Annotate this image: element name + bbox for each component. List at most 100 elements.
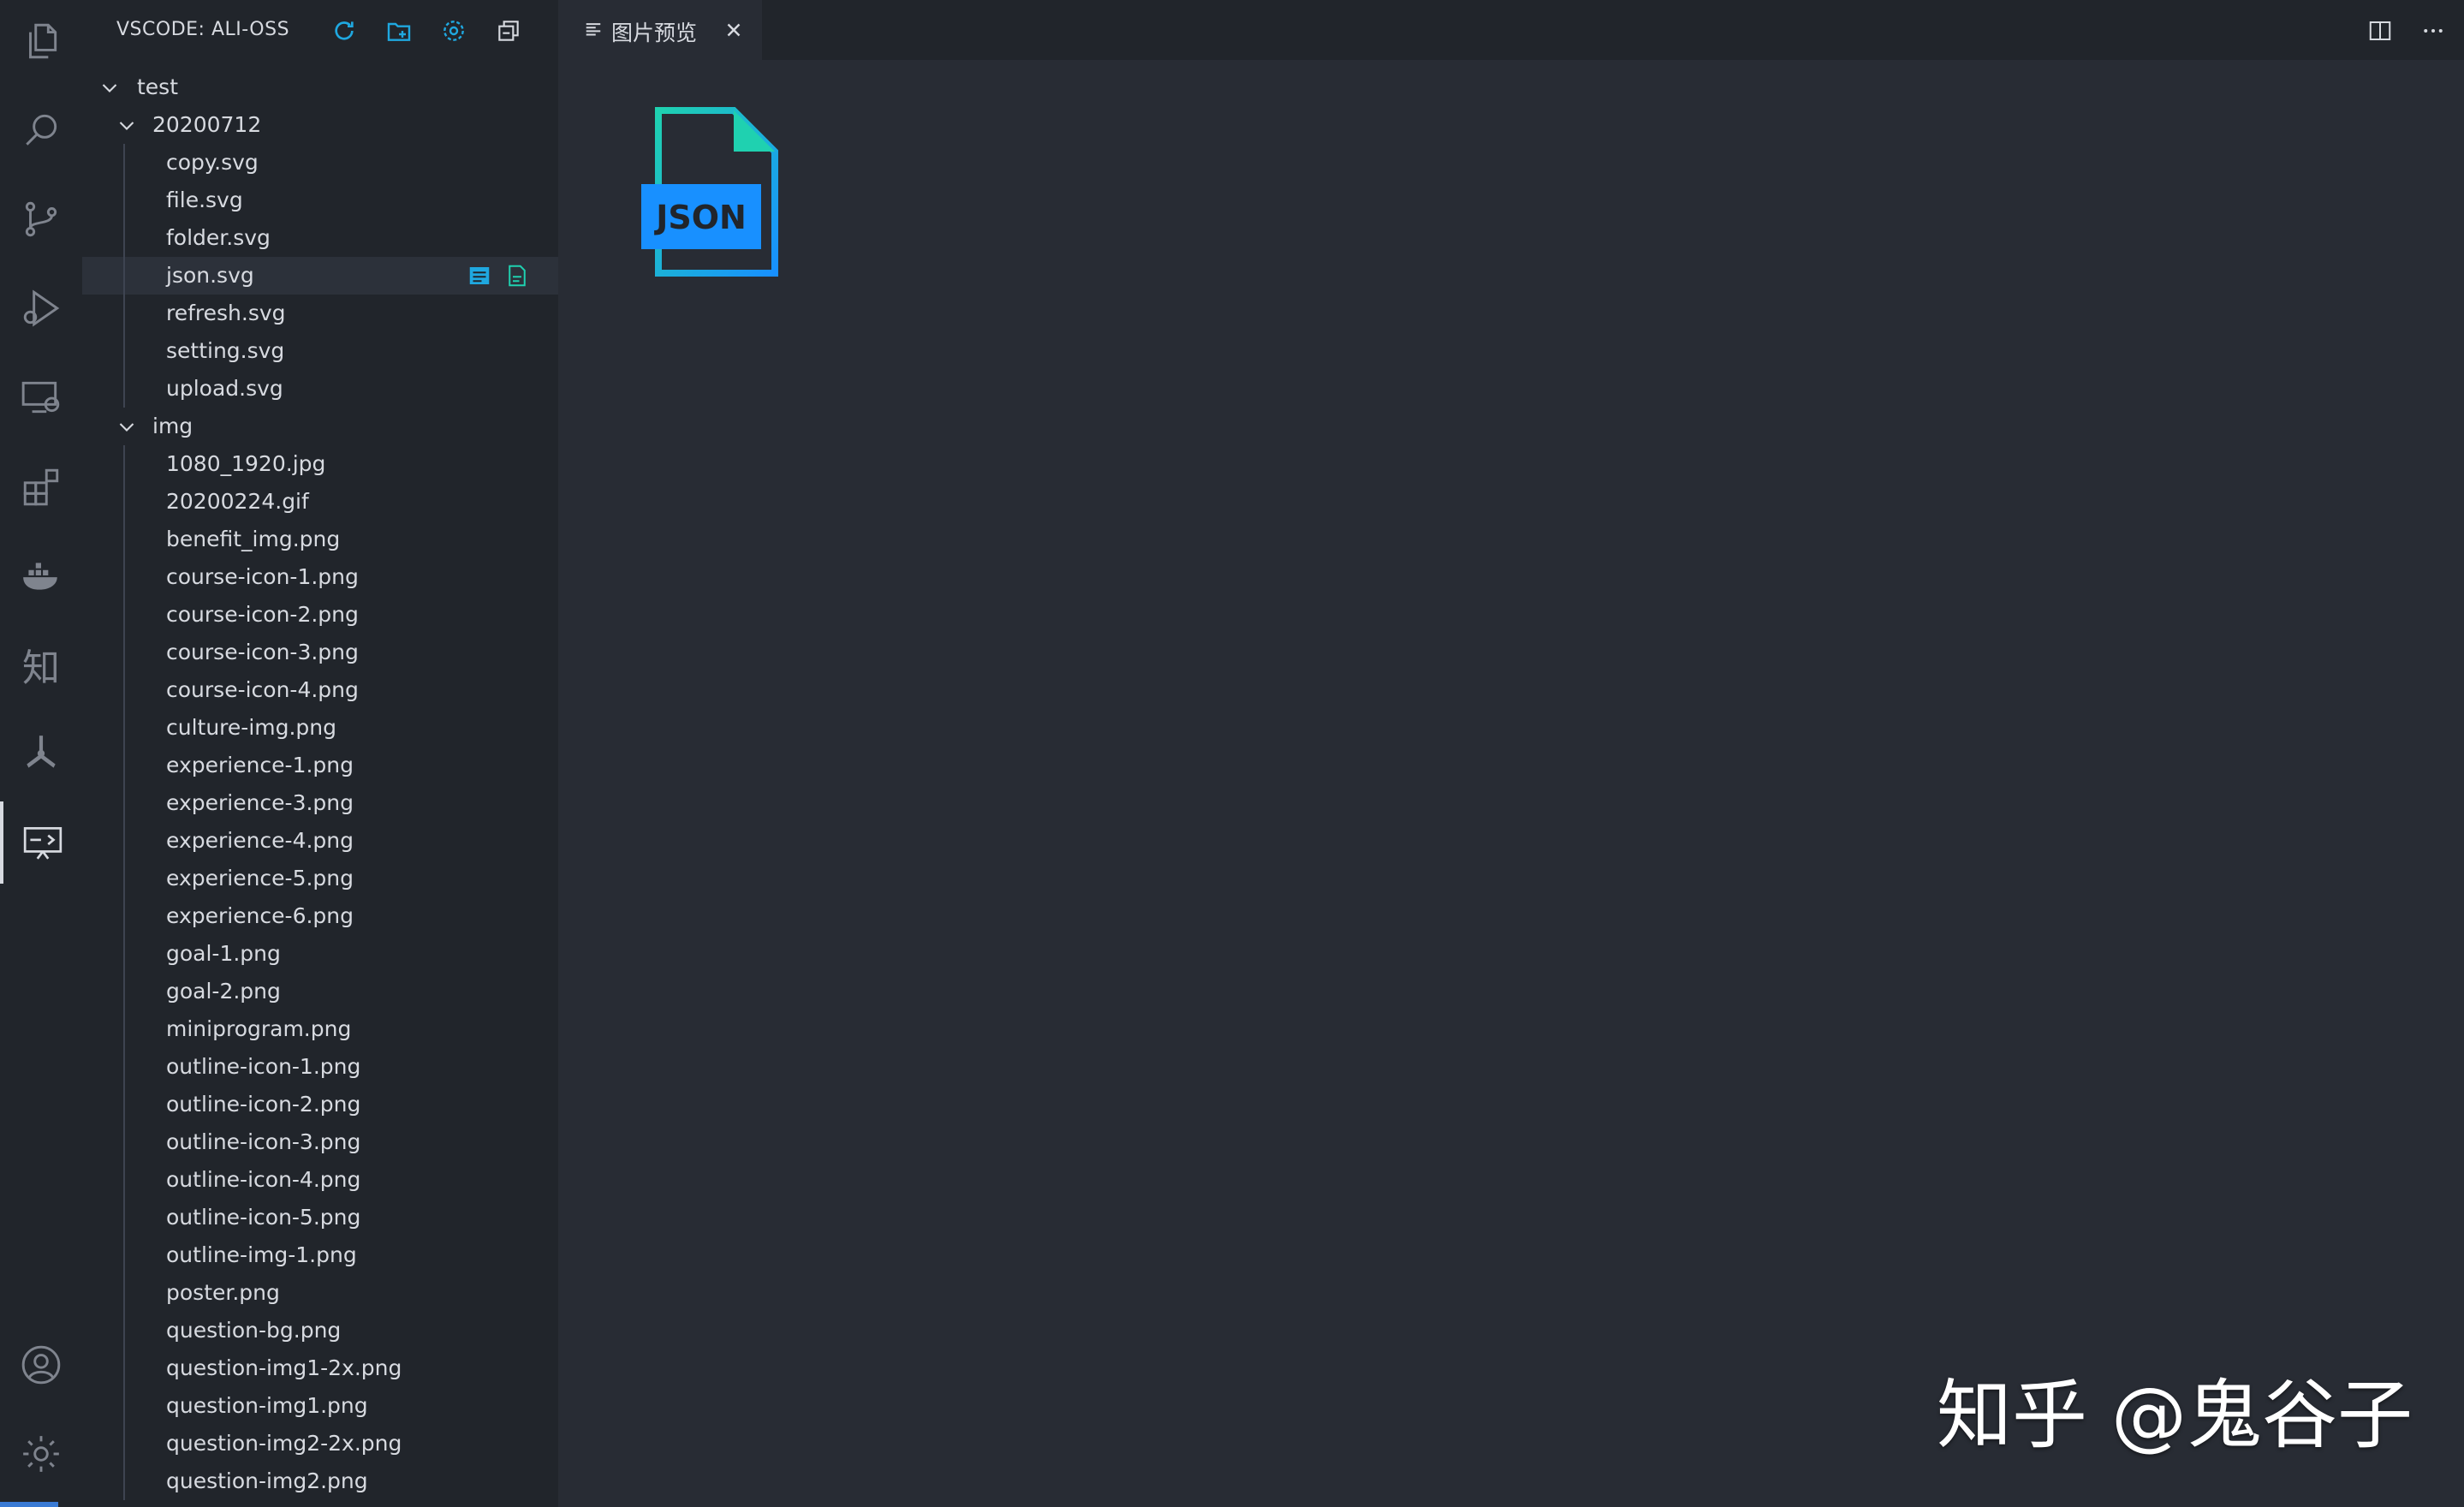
tree-file[interactable]: upload.svg bbox=[82, 370, 558, 408]
tree-file[interactable]: experience-4.png bbox=[82, 822, 558, 860]
docker-icon[interactable] bbox=[0, 534, 82, 616]
tree-item-label: question-img1.png bbox=[166, 1393, 368, 1418]
refresh-icon[interactable] bbox=[329, 15, 360, 46]
indent-guide bbox=[123, 144, 125, 408]
tree-item-label: img bbox=[152, 414, 193, 438]
tree-item-label: setting.svg bbox=[166, 338, 285, 363]
tree-item-label: outline-icon-3.png bbox=[166, 1129, 361, 1154]
chevron-down-icon[interactable] bbox=[116, 408, 137, 445]
tree-item-label: outline-icon-5.png bbox=[166, 1205, 361, 1230]
tree-file[interactable]: poster.png bbox=[82, 1274, 558, 1312]
tree-folder[interactable]: 20200712 bbox=[82, 106, 558, 144]
tree-item-label: experience-5.png bbox=[166, 866, 354, 890]
tree-file[interactable]: goal-2.png bbox=[82, 973, 558, 1010]
tree-item-label: folder.svg bbox=[166, 225, 271, 250]
zhihu-icon[interactable]: 知 bbox=[0, 623, 82, 706]
tree-file[interactable]: question-img1.png bbox=[82, 1387, 558, 1425]
tree-file[interactable]: outline-icon-1.png bbox=[82, 1048, 558, 1086]
tree-file[interactable]: outline-img-1.png bbox=[82, 1236, 558, 1274]
tree-item-label: experience-6.png bbox=[166, 903, 354, 928]
tree-folder[interactable]: img bbox=[82, 408, 558, 445]
tree-item-label: experience-1.png bbox=[166, 753, 354, 777]
manage-gear-icon[interactable] bbox=[0, 1413, 82, 1495]
sidebar-header: VSCODE: ALI-OSS bbox=[82, 0, 558, 60]
row-actions bbox=[466, 262, 531, 289]
chevron-down-icon[interactable] bbox=[99, 68, 120, 106]
collapse-all-icon[interactable] bbox=[493, 15, 524, 46]
explorer-icon[interactable] bbox=[0, 0, 82, 82]
sidebar-title: VSCODE: ALI-OSS bbox=[116, 19, 290, 40]
tree-file[interactable]: experience-5.png bbox=[82, 860, 558, 897]
tree-file[interactable]: copy.svg bbox=[82, 144, 558, 182]
tree-file[interactable]: setting.svg bbox=[82, 332, 558, 370]
tree-file[interactable]: outline-icon-4.png bbox=[82, 1161, 558, 1199]
tree-file[interactable]: experience-6.png bbox=[82, 897, 558, 935]
tree-file[interactable]: course-icon-3.png bbox=[82, 634, 558, 671]
new-folder-icon[interactable] bbox=[384, 15, 414, 46]
search-icon[interactable] bbox=[0, 89, 82, 171]
tree-item-label: 1080_1920.jpg bbox=[166, 451, 326, 476]
account-icon[interactable] bbox=[0, 1324, 82, 1406]
fan-icon[interactable] bbox=[0, 712, 82, 795]
tree-file[interactable]: question-img2.png bbox=[82, 1462, 558, 1500]
editor-area: JSON 知乎 @鬼谷子 bbox=[558, 60, 2464, 1507]
status-indicator bbox=[0, 1502, 58, 1507]
remote-explorer-icon[interactable] bbox=[0, 356, 82, 438]
tree-file[interactable]: refresh.svg bbox=[82, 295, 558, 332]
tree-file[interactable]: 20200224.gif bbox=[82, 483, 558, 521]
tree-item-label: question-bg.png bbox=[166, 1318, 342, 1343]
tree-file[interactable]: culture-img.png bbox=[82, 709, 558, 747]
tree-file[interactable]: json.svg bbox=[82, 257, 558, 295]
tree-file[interactable]: miniprogram.png bbox=[82, 1010, 558, 1048]
tree-file[interactable]: experience-1.png bbox=[82, 747, 558, 784]
run-debug-icon[interactable] bbox=[0, 267, 82, 349]
tree-file[interactable]: course-icon-2.png bbox=[82, 596, 558, 634]
preview-file-icon[interactable] bbox=[466, 262, 493, 289]
tree-item-label: refresh.svg bbox=[166, 301, 286, 325]
tree-file[interactable]: goal-1.png bbox=[82, 935, 558, 973]
tree-item-label: question-img2.png bbox=[166, 1468, 368, 1493]
watermark: 知乎 @鬼谷子 bbox=[1937, 1371, 2413, 1459]
tree-file[interactable]: benefit_img.png bbox=[82, 521, 558, 558]
more-actions-icon[interactable] bbox=[2418, 15, 2449, 46]
indent-guide bbox=[123, 445, 125, 1500]
chevron-down-icon[interactable] bbox=[116, 106, 137, 144]
tree-item-label: 20200224.gif bbox=[166, 489, 309, 514]
tree-item-label: 20200712 bbox=[152, 112, 262, 137]
tree-item-label: copy.svg bbox=[166, 150, 259, 175]
tree-item-label: outline-icon-2.png bbox=[166, 1092, 361, 1117]
tree-file[interactable]: folder.svg bbox=[82, 219, 558, 257]
tree-item-label: course-icon-2.png bbox=[166, 602, 359, 627]
settings-icon[interactable] bbox=[438, 15, 469, 46]
split-editor-icon[interactable] bbox=[2365, 15, 2396, 46]
tree-item-label: outline-img-1.png bbox=[166, 1242, 357, 1267]
tree-item-label: question-img1-2x.png bbox=[166, 1355, 402, 1380]
close-icon[interactable] bbox=[723, 19, 745, 41]
tree-file[interactable]: course-icon-4.png bbox=[82, 671, 558, 709]
tree-file[interactable]: question-bg.png bbox=[82, 1312, 558, 1349]
tab-image-preview[interactable]: 图片预览 bbox=[558, 0, 762, 60]
tree-file[interactable]: experience-3.png bbox=[82, 784, 558, 822]
tree-file[interactable]: outline-icon-3.png bbox=[82, 1123, 558, 1161]
tree-file[interactable]: file.svg bbox=[82, 182, 558, 219]
tree-file[interactable]: question-img1-2x.png bbox=[82, 1349, 558, 1387]
tab-label: 图片预览 bbox=[611, 21, 698, 45]
tree-file[interactable]: question-img2-2x.png bbox=[82, 1425, 558, 1462]
tree-item-label: benefit_img.png bbox=[166, 527, 341, 551]
source-control-icon[interactable] bbox=[0, 178, 82, 260]
tree-file[interactable]: 1080_1920.jpg bbox=[82, 445, 558, 483]
tree-file[interactable]: outline-icon-2.png bbox=[82, 1086, 558, 1123]
json-file-icon: JSON bbox=[641, 107, 778, 277]
tree-item-label: culture-img.png bbox=[166, 715, 337, 740]
ali-oss-icon[interactable] bbox=[0, 801, 82, 884]
tree-file[interactable]: course-icon-1.png bbox=[82, 558, 558, 596]
tree-item-label: goal-1.png bbox=[166, 941, 281, 966]
tree-item-label: poster.png bbox=[166, 1280, 280, 1305]
tree-item-label: goal-2.png bbox=[166, 979, 281, 1004]
tree-folder[interactable]: test bbox=[82, 68, 558, 106]
tree-item-label: experience-4.png bbox=[166, 828, 354, 853]
tree-file[interactable]: outline-icon-5.png bbox=[82, 1199, 558, 1236]
extensions-icon[interactable] bbox=[0, 445, 82, 527]
copy-link-icon[interactable] bbox=[503, 262, 531, 289]
list-icon bbox=[586, 23, 601, 36]
